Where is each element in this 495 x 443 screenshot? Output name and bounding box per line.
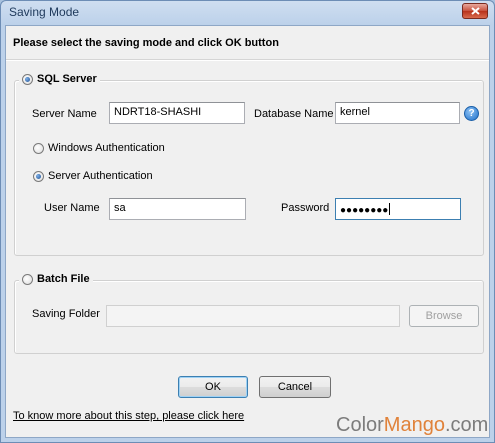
sql-server-label: SQL Server [37, 73, 97, 85]
server-authentication-option[interactable]: Server Authentication [33, 170, 153, 182]
batch-file-option[interactable]: Batch File [19, 273, 93, 285]
dialog-window: Saving Mode Please select the saving mod… [0, 0, 495, 443]
cancel-button[interactable]: Cancel [259, 376, 331, 398]
close-button[interactable] [462, 3, 488, 19]
batch-file-label: Batch File [37, 273, 90, 285]
browse-button[interactable]: Browse [409, 305, 479, 327]
watermark-suffix: .com [444, 414, 489, 436]
password-label: Password [281, 202, 330, 214]
sql-server-radio[interactable] [22, 73, 33, 85]
database-name-label: Database Name [254, 108, 334, 120]
watermark-brand: Mango [383, 414, 445, 436]
help-icon[interactable]: ? [464, 106, 479, 121]
close-icon [471, 7, 480, 15]
text-caret [389, 203, 391, 215]
dialog-body: Please select the saving mode and click … [5, 25, 490, 438]
user-name-label: User Name [44, 202, 100, 214]
saving-folder-input[interactable] [106, 305, 400, 327]
header-divider [6, 59, 489, 61]
windows-authentication-option[interactable]: Windows Authentication [33, 142, 165, 154]
password-mask: ●●●●●●●● [340, 205, 389, 216]
saving-folder-label: Saving Folder [32, 308, 100, 320]
user-name-input[interactable]: sa [109, 198, 246, 220]
watermark-logo: ColorMango.com [336, 414, 488, 437]
watermark-prefix: Color [336, 414, 384, 436]
windows-authentication-radio[interactable] [33, 142, 44, 154]
ok-button[interactable]: OK [178, 376, 248, 398]
server-name-input[interactable]: NDRT18-SHASHI [109, 102, 245, 124]
batch-file-group: Batch File Saving Folder Browse [14, 273, 484, 354]
instruction-text: Please select the saving mode and click … [13, 37, 279, 49]
database-name-input[interactable]: kernel [335, 102, 460, 124]
sql-server-group: SQL Server Server Name NDRT18-SHASHI Dat… [14, 73, 484, 256]
batch-file-radio[interactable] [22, 273, 33, 285]
sql-server-option[interactable]: SQL Server [19, 73, 100, 85]
password-input[interactable]: ●●●●●●●● [335, 198, 461, 220]
window-title: Saving Mode [9, 5, 80, 19]
server-authentication-radio[interactable] [33, 170, 44, 182]
windows-authentication-label: Windows Authentication [48, 142, 165, 154]
server-name-label: Server Name [32, 108, 97, 120]
server-authentication-label: Server Authentication [48, 170, 153, 182]
help-link[interactable]: To know more about this step, please cli… [13, 410, 244, 422]
title-bar[interactable]: Saving Mode [1, 1, 494, 25]
